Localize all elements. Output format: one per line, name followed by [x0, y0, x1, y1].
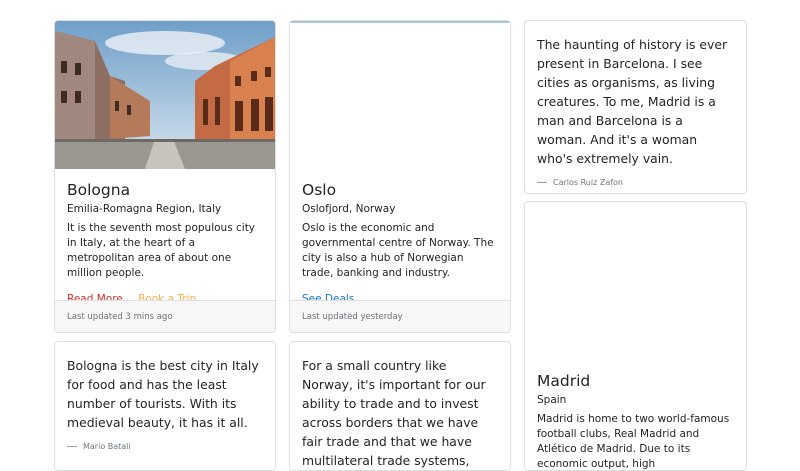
dash-icon — [67, 446, 77, 447]
quote-text: The haunting of history is ever present … — [537, 37, 728, 166]
oslo-image — [290, 21, 510, 169]
card-subtitle: Oslofjord, Norway — [302, 203, 396, 215]
bologna-card: Bologna Emilia-Romagna Region, Italy It … — [54, 20, 276, 333]
card-text: It is the seventh most populous city in … — [67, 222, 256, 279]
card-subtitle: Emilia-Romagna Region, Italy — [67, 203, 222, 215]
quote-author: Carlos Ruiz Zafon — [537, 178, 734, 187]
card-text: Madrid is home to two world-famous footb… — [537, 413, 730, 470]
quote-card-barcelona: The haunting of history is ever present … — [524, 20, 747, 194]
oslo-card: Oslo Oslofjord, Norway Oslo is the econo… — [289, 20, 511, 333]
card-title: Bologna — [67, 181, 131, 199]
madrid-image — [525, 202, 746, 360]
card-subtitle: Spain — [537, 394, 567, 406]
card-title: Oslo — [302, 181, 337, 199]
madrid-card: Madrid Spain Madrid is home to two world… — [524, 201, 747, 471]
dash-icon — [537, 182, 547, 183]
quote-text: For a small country like Norway, it's im… — [302, 358, 486, 468]
quote-author-name: Carlos Ruiz Zafon — [553, 178, 624, 187]
quote-text: Bologna is the best city in Italy for fo… — [67, 358, 259, 430]
quote-card-norway: For a small country like Norway, it's im… — [289, 341, 511, 471]
quote-card-bologna: Bologna is the best city in Italy for fo… — [54, 341, 276, 471]
card-title: Madrid — [537, 372, 591, 390]
bologna-image — [55, 21, 275, 169]
card-footer: Last updated yesterday — [290, 300, 510, 332]
card-footer: Last updated 3 mins ago — [55, 300, 275, 332]
card-text: Oslo is the economic and governmental ce… — [302, 222, 494, 279]
